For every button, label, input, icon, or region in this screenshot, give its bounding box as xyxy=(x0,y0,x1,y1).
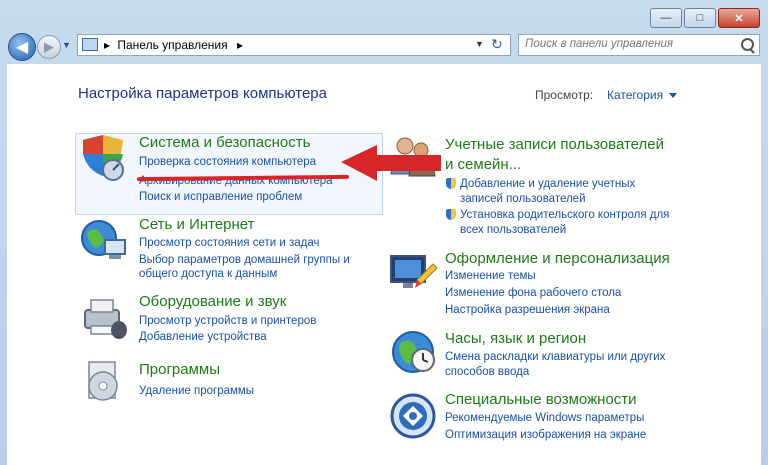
link-add-remove-accounts[interactable]: Добавление и удаление учетных xyxy=(460,177,635,192)
link-change-desktop-background[interactable]: Изменение фона рабочего стола xyxy=(445,286,621,301)
control-panel-icon xyxy=(82,38,98,51)
link-troubleshoot[interactable]: Поиск и исправление проблем xyxy=(139,190,302,205)
link-uninstall-program[interactable]: Удаление программы xyxy=(139,384,254,399)
system-security-icon[interactable] xyxy=(77,132,129,184)
clock-language-region-icon[interactable] xyxy=(389,328,439,378)
ease-of-access-icon[interactable] xyxy=(389,392,439,442)
back-button[interactable]: ◀ xyxy=(8,33,36,61)
link-add-remove-accounts-continued[interactable]: записей пользователей xyxy=(460,192,586,207)
close-button[interactable]: ✕ xyxy=(718,8,760,28)
annotation-arrow xyxy=(341,145,441,181)
category-hardware-sound-title[interactable]: Оборудование и звук xyxy=(139,293,286,310)
category-user-accounts-title-line2[interactable]: и семейн... xyxy=(445,156,521,173)
view-by-label: Просмотр: xyxy=(535,88,594,102)
main-content: Настройка параметров компьютера Просмотр… xyxy=(7,64,761,465)
address-separator: ▸ xyxy=(104,38,111,52)
network-internet-icon[interactable] xyxy=(79,218,129,264)
search-icon[interactable] xyxy=(741,38,754,51)
link-change-theme[interactable]: Изменение темы xyxy=(445,269,536,284)
link-check-computer-status[interactable]: Проверка состояния компьютера xyxy=(139,155,316,170)
maximize-button[interactable]: □ xyxy=(684,8,716,28)
address-bar[interactable]: ▸ Панель управления ▸ ▼ ↻ xyxy=(77,34,511,56)
link-recommended-settings[interactable]: Рекомендуемые Windows параметры xyxy=(445,411,644,426)
category-ease-of-access-title[interactable]: Специальные возможности xyxy=(445,391,637,408)
category-network-internet-title[interactable]: Сеть и Интернет xyxy=(139,216,255,233)
breadcrumb-control-panel[interactable]: Панель управления xyxy=(117,38,227,52)
category-programs-title[interactable]: Программы xyxy=(139,361,220,378)
control-panel-window: — □ ✕ ◀ ▶ ▼ ▸ Панель управления ▸ ▼ ↻ На… xyxy=(0,0,768,465)
link-change-keyboard[interactable]: Смена раскладки клавиатуры или других xyxy=(445,350,665,365)
search-input[interactable] xyxy=(523,37,737,51)
appearance-personalization-icon[interactable] xyxy=(387,250,439,300)
link-change-keyboard-continued[interactable]: способов ввода xyxy=(445,365,529,380)
link-network-status[interactable]: Просмотр состояния сети и задач xyxy=(139,236,319,251)
category-user-accounts-title[interactable]: Учетные записи пользователей xyxy=(445,136,664,153)
navigation-bar: ◀ ▶ ▼ ▸ Панель управления ▸ ▼ ↻ xyxy=(0,30,768,62)
link-homegroup-options-continued[interactable]: общего доступа к данным xyxy=(139,267,277,282)
link-add-device[interactable]: Добавление устройства xyxy=(139,330,267,345)
uac-shield-icon xyxy=(446,178,456,189)
link-devices-printers[interactable]: Просмотр устройств и принтеров xyxy=(139,314,316,329)
minimize-button[interactable]: — xyxy=(650,8,682,28)
programs-icon[interactable] xyxy=(81,358,127,406)
address-trailing-separator[interactable]: ▸ xyxy=(237,38,243,52)
address-dropdown-icon[interactable]: ▼ xyxy=(475,39,484,49)
category-clock-language-title[interactable]: Часы, язык и регион xyxy=(445,330,586,347)
uac-shield-icon xyxy=(446,209,456,220)
view-by-dropdown[interactable]: Категория xyxy=(607,88,677,102)
hardware-sound-icon[interactable] xyxy=(79,294,129,342)
page-title: Настройка параметров компьютера xyxy=(78,85,327,102)
recent-pages-dropdown-icon[interactable]: ▼ xyxy=(62,40,71,50)
caption-buttons: — □ ✕ xyxy=(648,8,760,28)
refresh-icon[interactable]: ↻ xyxy=(491,36,503,53)
category-appearance-title[interactable]: Оформление и персонализация xyxy=(445,250,670,267)
link-parental-controls-continued[interactable]: всех пользователей xyxy=(460,223,566,238)
link-optimize-display[interactable]: Оптимизация изображения на экране xyxy=(445,428,646,443)
address-path[interactable]: ▸ Панель управления ▸ xyxy=(104,38,243,52)
link-homegroup-options[interactable]: Выбор параметров домашней группы и xyxy=(139,253,350,268)
link-screen-resolution[interactable]: Настройка разрешения экрана xyxy=(445,303,610,318)
link-parental-controls[interactable]: Установка родительского контроля для xyxy=(460,208,669,223)
forward-button[interactable]: ▶ xyxy=(37,35,61,59)
category-system-security-title[interactable]: Система и безопасность xyxy=(139,134,310,151)
search-box xyxy=(518,34,760,56)
